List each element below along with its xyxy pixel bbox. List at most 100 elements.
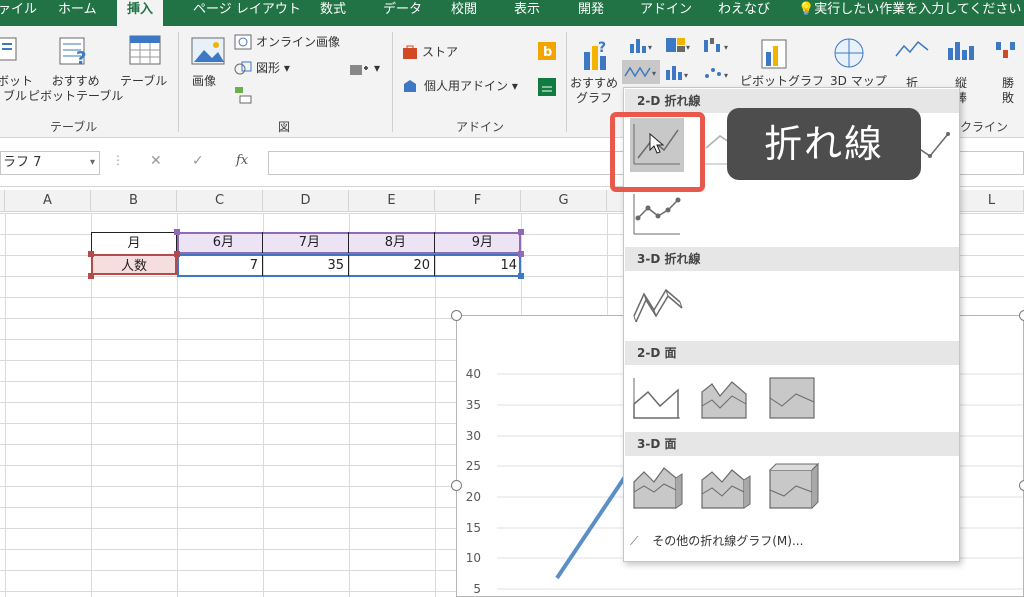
online-image-button[interactable]: オンライン画像 <box>256 33 340 51</box>
column-header-b[interactable]: B <box>91 190 177 212</box>
area-chart-thumb[interactable] <box>630 372 684 426</box>
map-3d-icon <box>834 38 864 68</box>
100-percent-stacked-area-thumb[interactable] <box>766 372 820 426</box>
tab-formulas[interactable]: 数式 <box>320 0 346 26</box>
chevron-down-icon: ▾ <box>280 61 290 75</box>
cell-f2[interactable]: 9月 <box>435 232 521 253</box>
tab-developer[interactable]: 開発 <box>578 0 604 26</box>
cell-b2[interactable]: 月 <box>91 232 177 253</box>
tab-addins[interactable]: アドイン <box>640 0 692 26</box>
line-chart-small-icon: ⟋ <box>630 534 639 548</box>
recommended-pivot-button[interactable]: おすすめ ピボットテーブル <box>28 74 123 104</box>
svg-text:b: b <box>543 45 552 60</box>
group-separator <box>178 32 179 132</box>
svg-text:▾: ▾ <box>724 71 728 80</box>
svg-text:▾: ▾ <box>648 43 652 52</box>
column-header-f[interactable]: F <box>435 190 521 212</box>
chart-resize-handle[interactable] <box>1019 310 1024 321</box>
stacked-area-chart-thumb[interactable] <box>698 372 752 426</box>
3d-area-chart-thumb[interactable] <box>630 460 684 514</box>
scatter-chart-icon[interactable]: ▾ <box>702 62 732 82</box>
group-label-illustrations: 図 <box>278 120 291 134</box>
cell-f3[interactable]: 14 <box>435 255 521 276</box>
cell-d3[interactable]: 35 <box>263 255 349 276</box>
cancel-button[interactable]: ✕ <box>150 153 162 169</box>
my-addins-button[interactable]: 個人用アドイン ▾ <box>424 77 518 95</box>
recommended-charts-button[interactable]: おすすめ グラフ <box>570 76 618 106</box>
waterfall-chart-icon[interactable]: ▾ <box>702 36 732 54</box>
tab-review[interactable]: 校閲 <box>451 0 477 26</box>
tab-insert[interactable]: 挿入 <box>117 0 164 26</box>
shapes-button[interactable]: 図形 ▾ <box>256 59 290 77</box>
range-handle[interactable] <box>88 273 94 279</box>
hierarchy-chart-icon[interactable]: ▾ <box>664 36 692 54</box>
name-box[interactable]: ラフ 7 ▾ <box>0 151 100 175</box>
y-tick-label: 5 <box>473 582 481 596</box>
cell-c2[interactable]: 6月 <box>177 232 263 253</box>
range-handle[interactable] <box>174 229 180 235</box>
tell-me-input[interactable]: 💡実行したい作業を入力してください <box>798 0 1021 26</box>
section-header-3d-area: 3-D 面 <box>625 432 959 456</box>
recommended-charts-icon: ? <box>584 40 606 70</box>
y-tick-label: 15 <box>466 521 481 535</box>
smartart-icon <box>235 87 252 104</box>
section-header-2d-area: 2-D 面 <box>625 341 959 365</box>
sparkline-winloss-button[interactable]: 勝 敗 <box>1002 76 1014 106</box>
y-tick-label: 20 <box>466 490 481 504</box>
column-header-g[interactable]: G <box>521 190 607 212</box>
insert-function-button[interactable]: fx <box>236 153 248 168</box>
column-header-c[interactable]: C <box>177 190 263 212</box>
tab-page-layout[interactable]: ページ レイアウト <box>193 0 301 26</box>
chart-resize-handle[interactable] <box>1019 480 1024 491</box>
tab-home[interactable]: ホーム <box>58 0 97 26</box>
group-separator <box>566 32 567 132</box>
cell-d2[interactable]: 7月 <box>263 232 349 253</box>
tab-view[interactable]: 表示 <box>514 0 540 26</box>
column-header-a[interactable]: A <box>5 190 91 212</box>
column-header-e[interactable]: E <box>349 190 435 212</box>
column-chart-icon[interactable]: ▾ <box>628 36 654 54</box>
cell-c3[interactable]: 7 <box>177 255 263 276</box>
range-handle[interactable] <box>174 251 180 257</box>
highlight-box <box>610 112 705 192</box>
table-button[interactable]: テーブル <box>120 74 167 89</box>
range-handle[interactable] <box>88 251 94 257</box>
3d-line-chart-thumb[interactable] <box>630 276 684 330</box>
screenshot-icon <box>350 65 368 75</box>
statistic-chart-icon[interactable]: ▾ <box>664 62 692 82</box>
tooltip-label: 折れ線 <box>727 108 921 180</box>
cell-e3[interactable]: 20 <box>349 255 435 276</box>
chevron-down-icon[interactable]: ▾ <box>374 59 380 77</box>
range-handle[interactable] <box>518 229 524 235</box>
column-header-d[interactable]: D <box>263 190 349 212</box>
cell-b3[interactable]: 人数 <box>91 254 177 275</box>
image-button[interactable]: 画像 <box>192 74 216 89</box>
tab-data[interactable]: データ <box>383 0 422 26</box>
tab-waenavi[interactable]: わえなび <box>718 0 770 26</box>
sparkline-winloss-icon <box>996 42 1015 58</box>
lightbulb-icon: 💡 <box>798 2 815 17</box>
ribbon-tab-bar: ァイル ホーム 挿入 ページ レイアウト 数式 データ 校閲 表示 開発 アドイ… <box>0 0 1024 26</box>
svg-text:▾: ▾ <box>724 43 728 52</box>
more-line-charts-link[interactable]: ⟋ その他の折れ線グラフ(M)... <box>630 532 803 549</box>
line-chart-dropdown-icon[interactable]: ▾ <box>622 60 660 84</box>
sparkline-column-icon <box>948 42 974 60</box>
online-picture-icon <box>234 34 252 50</box>
chart-resize-handle[interactable] <box>451 480 462 491</box>
chart-resize-handle[interactable] <box>451 310 462 321</box>
pivot-table-icon <box>0 37 17 61</box>
line-with-markers-thumb[interactable] <box>630 188 684 242</box>
enter-button[interactable]: ✓ <box>192 153 204 169</box>
recommended-pivot-icon: ? <box>59 37 86 68</box>
3d-100-percent-area-thumb[interactable] <box>766 460 820 514</box>
3d-stacked-area-thumb[interactable] <box>698 460 752 514</box>
chevron-down-icon: ▾ <box>508 79 518 93</box>
tab-file[interactable]: ァイル <box>0 0 37 26</box>
y-tick-label: 30 <box>466 429 481 443</box>
range-handle[interactable] <box>518 251 524 257</box>
column-header-l[interactable]: L <box>960 190 1024 212</box>
cell-e2[interactable]: 8月 <box>349 232 435 253</box>
range-handle[interactable] <box>518 273 524 279</box>
store-button[interactable]: ストア <box>422 43 458 61</box>
svg-text:▾: ▾ <box>652 69 656 78</box>
